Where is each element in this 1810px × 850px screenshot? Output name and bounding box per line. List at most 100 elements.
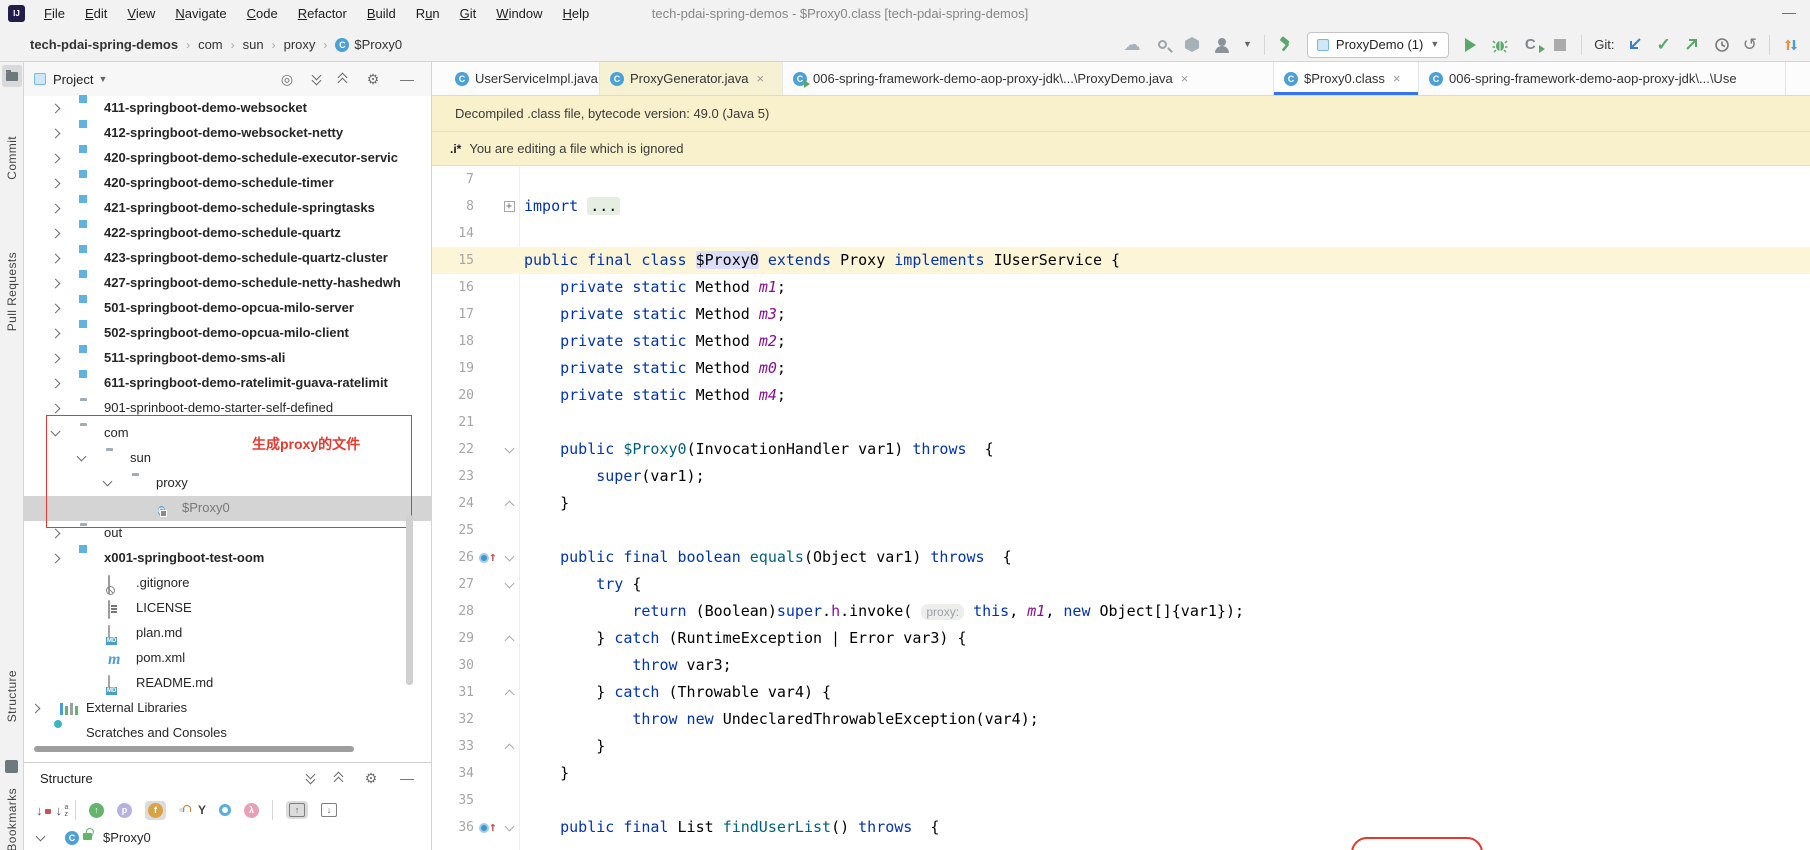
menu-item-window[interactable]: Window [486,0,552,27]
hexagon-plugin-icon[interactable] [1183,36,1201,54]
structure-hide-icon[interactable]: — [397,770,417,786]
chevron-right-icon[interactable] [50,378,61,389]
git-push-icon[interactable] [1683,36,1701,54]
tree-item-scratches-and-consoles[interactable]: Scratches and Consoles [24,721,431,746]
project-panel-title[interactable]: Project [53,72,93,87]
structure-expand-all-icon[interactable] [305,769,317,785]
show-anonymous-icon[interactable] [219,804,232,816]
fold-close-icon[interactable] [501,733,517,760]
tree-item-412-springboot-demo-websocket-netty[interactable]: 412-springboot-demo-websocket-netty [24,121,431,146]
tree-item-501-springboot-demo-opcua-milo-server[interactable]: 501-springboot-demo-opcua-milo-server [24,296,431,321]
fold-close-icon[interactable] [501,625,517,652]
tree-item-com[interactable]: com [24,421,431,446]
git-update-icon[interactable] [1627,36,1645,54]
editor-tab-4[interactable]: C $Proxy0.class × [1274,62,1419,95]
tree-item-611-springboot-demo-ratelimit-guava-ratelimit[interactable]: 611-springboot-demo-ratelimit-guava-rate… [24,371,431,396]
tree-item-421-springboot-demo-schedule-springtasks[interactable]: 421-springboot-demo-schedule-springtasks [24,196,431,221]
breadcrumb-item[interactable]: $Proxy0 [354,37,402,52]
settings-gear-icon[interactable]: ⚙ [363,71,383,88]
editor-tab-1[interactable]: CUserServiceImpl.java× [445,62,600,95]
chevron-right-icon[interactable] [50,403,61,414]
structure-collapse-all-icon[interactable] [333,771,345,787]
tree-item-420-springboot-demo-schedule-timer[interactable]: 420-springboot-demo-schedule-timer [24,171,431,196]
chevron-right-icon[interactable] [50,228,61,239]
rollback-icon[interactable]: ↺ [1743,35,1757,55]
breadcrumb-item[interactable]: sun [243,37,264,52]
stop-button[interactable] [1551,36,1569,54]
tree-item--gitignore[interactable]: .gitignore [24,571,431,596]
tree-item-pom-xml[interactable]: m pom.xml [24,646,431,671]
autoscroll-to-source-icon[interactable]: ↓ [321,803,338,817]
tool-project-icon[interactable] [2,65,22,87]
tree-item-511-springboot-demo-sms-ali[interactable]: 511-springboot-demo-sms-ali [24,346,431,371]
chevron-down-icon[interactable] [35,831,46,842]
editor-tab-5[interactable]: C 006-spring-framework-demo-aop-proxy-jdk… [1419,62,1786,95]
project-view-caret-icon[interactable]: ▼ [98,74,107,84]
layout-icon[interactable] [1782,36,1800,54]
chevron-down-icon[interactable] [102,476,113,487]
tree-item--proxy0[interactable]: C $Proxy0 [24,496,431,521]
override-gutter-icon[interactable]: ↑ [479,814,501,841]
chevron-right-icon[interactable] [30,703,41,714]
tree-item-502-springboot-demo-opcua-milo-client[interactable]: 502-springboot-demo-opcua-milo-client [24,321,431,346]
coverage-button[interactable]: C [1521,36,1546,54]
tree-item-sun[interactable]: sun [24,446,431,471]
tree-item-x001-springboot-test-oom[interactable]: x001-springboot-test-oom [24,546,431,571]
tool-structure-icon[interactable] [5,760,18,773]
tree-item-external-libraries[interactable]: External Libraries [24,696,431,721]
git-commit-icon[interactable]: ✓ [1657,35,1671,55]
show-properties-icon[interactable]: p [117,802,132,818]
expand-all-icon[interactable] [311,70,323,86]
breadcrumb-item[interactable]: proxy [284,37,316,52]
run-config-select[interactable]: ProxyDemo (1) ▼ [1306,31,1450,58]
show-non-public-icon[interactable] [179,808,185,812]
code-editor[interactable]: 7 8 + import ... 14 15 public final class $Pro… [432,166,1810,850]
tree-item-out[interactable]: out [24,521,431,546]
chevron-right-icon[interactable] [50,103,61,114]
history-icon[interactable] [1713,36,1731,54]
locate-file-icon[interactable]: ◎ [277,71,297,88]
chevron-right-icon[interactable] [50,353,61,364]
tree-item-422-springboot-demo-schedule-quartz[interactable]: 422-springboot-demo-schedule-quartz [24,221,431,246]
menu-item-code[interactable]: Code [237,0,288,27]
fold-open-icon[interactable] [501,571,517,598]
menu-item-edit[interactable]: Edit [75,0,117,27]
chevron-right-icon[interactable] [50,153,61,164]
search-plugin-icon[interactable] [1153,36,1171,54]
menu-item-run[interactable]: Run [406,0,450,27]
show-inherited-icon[interactable]: ↑ [89,802,104,818]
run-button[interactable] [1461,36,1479,54]
tree-item-plan-md[interactable]: plan.md [24,621,431,646]
chevron-right-icon[interactable] [50,278,61,289]
fold-close-icon[interactable] [501,679,517,706]
menu-item-navigate[interactable]: Navigate [165,0,236,27]
editor-tab-3[interactable]: C 006-spring-framework-demo-aop-proxy-jdk… [783,62,1274,95]
chevron-right-icon[interactable] [50,203,61,214]
menu-item-view[interactable]: View [117,0,165,27]
editor-tab-2[interactable]: C ProxyGenerator.java × [600,62,783,95]
tab-close-icon[interactable]: × [1181,71,1189,86]
breadcrumb-item[interactable]: tech-pdai-spring-demos [30,37,178,52]
tool-structure-tab[interactable]: Structure [0,670,24,722]
menu-item-refactor[interactable]: Refactor [288,0,357,27]
tree-item-901-sprinboot-demo-starter-self-defined[interactable]: 901-sprinboot-demo-starter-self-defined [24,396,431,421]
tree-item-420-springboot-demo-schedule-executor-servic[interactable]: 420-springboot-demo-schedule-executor-se… [24,146,431,171]
user-icon[interactable] [1213,36,1231,54]
menu-item-file[interactable]: File [34,0,75,27]
chevron-right-icon[interactable] [50,553,61,564]
chevron-down-icon[interactable] [76,451,87,462]
structure-settings-gear-icon[interactable]: ⚙ [361,770,381,787]
fold-expand-icon[interactable]: + [501,193,517,220]
show-lambdas-icon[interactable]: λ [244,802,260,818]
chevron-right-icon[interactable] [50,178,61,189]
show-fields-icon[interactable]: f [145,800,166,820]
fold-open-icon[interactable] [501,436,517,463]
autoscroll-from-source-icon[interactable]: ↑ [286,801,309,819]
debug-button[interactable] [1491,36,1509,54]
breadcrumb-item[interactable]: com [198,37,223,52]
structure-root-item[interactable]: C $Proxy0 [24,827,431,850]
tree-item-423-springboot-demo-schedule-quartz-cluster[interactable]: 423-springboot-demo-schedule-quartz-clus… [24,246,431,271]
menu-item-git[interactable]: Git [450,0,487,27]
chevron-right-icon[interactable] [50,528,61,539]
chevron-right-icon[interactable] [50,303,61,314]
